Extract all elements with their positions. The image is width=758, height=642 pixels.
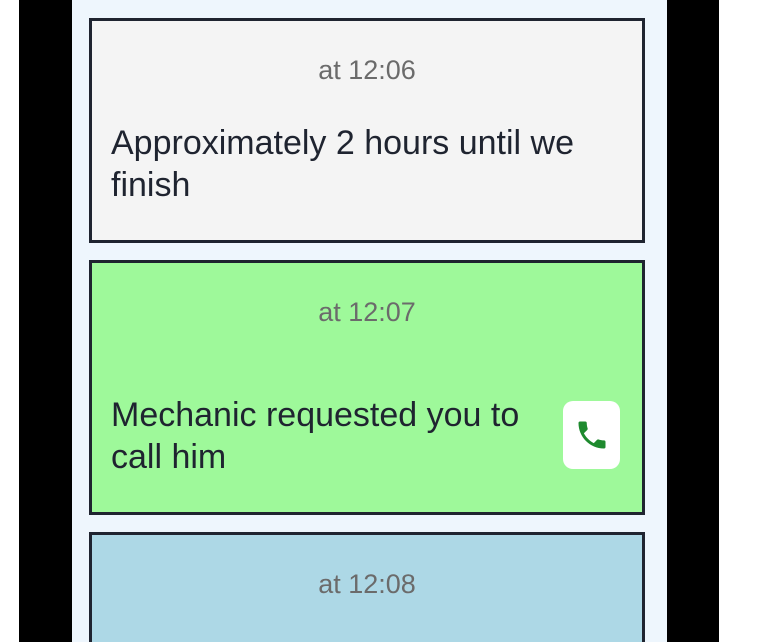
message-card: at 12:08 [89,532,645,642]
message-text: Approximately 2 hours until we finish [111,124,575,204]
message-text: Mechanic requested you to call him [111,396,520,476]
message-card: at 12:07 Mechanic requested you to call … [89,260,645,515]
phone-icon [578,421,605,449]
message-time: at 12:07 [318,297,416,327]
message-time: at 12:06 [318,55,416,85]
message-card: at 12:06 Approximately 2 hours until we … [89,18,645,243]
message-feed: at 12:06 Approximately 2 hours until we … [72,0,667,642]
message-time: at 12:08 [318,569,416,599]
call-mechanic-button[interactable] [563,401,620,469]
